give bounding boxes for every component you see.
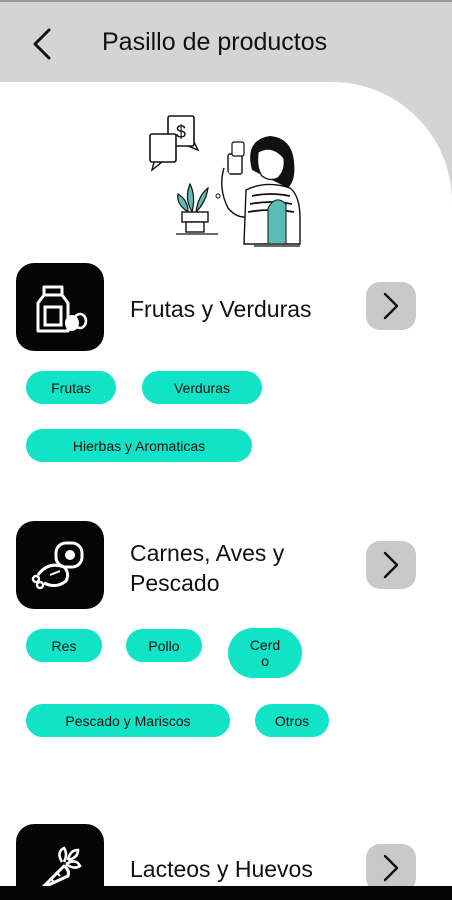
chevron-right-icon — [383, 292, 399, 320]
milk-eggs-icon — [36, 285, 88, 333]
chip-pescado-mariscos[interactable]: Pescado y Mariscos — [26, 704, 230, 737]
category-open-button[interactable] — [366, 282, 416, 330]
category-icon-tile[interactable] — [16, 521, 104, 609]
chip-hierbas-aromaticas[interactable]: Hierbas y Aromaticas — [26, 429, 252, 462]
hero-illustration: $ — [149, 115, 301, 247]
category-title-line-1: Carnes, Aves y — [130, 540, 285, 566]
category-title: Lacteos y Huevos — [130, 856, 313, 882]
chip-otros[interactable]: Otros — [255, 704, 329, 737]
category-title-line-2: Pescado — [130, 570, 220, 596]
chip-cerdo-line-2: o — [261, 653, 269, 669]
status-edge — [0, 0, 452, 2]
chip-frutas[interactable]: Frutas — [26, 371, 116, 404]
category-icon-tile[interactable] — [16, 263, 104, 351]
category-open-button[interactable] — [366, 541, 416, 589]
category-title: Frutas y Verduras — [130, 296, 312, 322]
category-open-button[interactable] — [366, 844, 416, 892]
chip-res[interactable]: Res — [26, 629, 102, 662]
chip-cerdo[interactable]: Cerd o — [228, 628, 302, 678]
page-title: Pasillo de productos — [102, 28, 328, 56]
chevron-right-icon — [383, 551, 399, 579]
back-button[interactable] — [22, 24, 62, 64]
content-panel: $ Frutas y Verduras Frutas Verduras Hier… — [0, 82, 452, 900]
chip-pollo[interactable]: Pollo — [126, 629, 202, 662]
chip-verduras[interactable]: Verduras — [142, 371, 262, 404]
meat-drumstick-icon — [31, 541, 84, 590]
chevron-right-icon — [383, 854, 399, 882]
bottom-edge — [0, 886, 452, 900]
chevron-left-icon — [33, 28, 51, 60]
svg-text:$: $ — [176, 122, 186, 142]
category-title: Carnes, Aves y Pescado — [130, 538, 284, 598]
app-header: Pasillo de productos — [0, 0, 452, 86]
chip-cerdo-line-1: Cerd — [249, 637, 281, 653]
